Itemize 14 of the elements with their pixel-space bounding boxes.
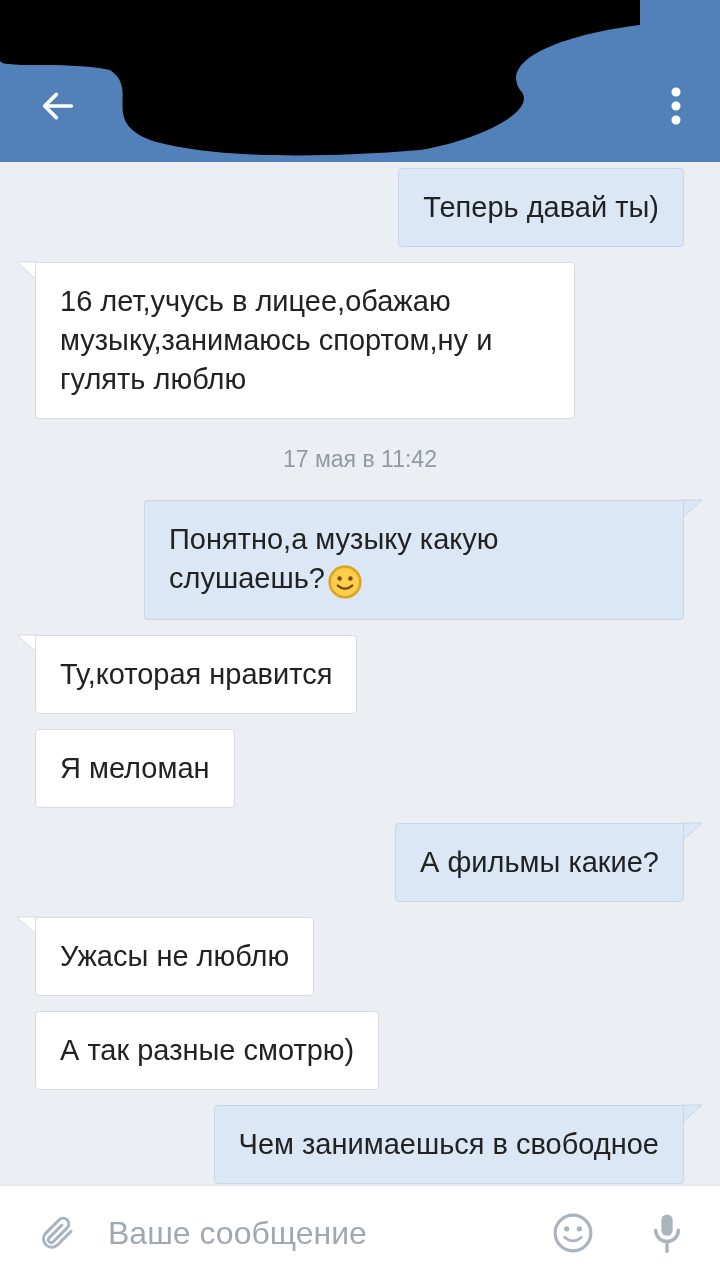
message-input[interactable]: Ваше сообщение bbox=[108, 1209, 520, 1257]
incoming-message: А так разные смотрю) bbox=[35, 1010, 380, 1090]
incoming-message: 16 лет,учусь в лицее,обажаю музыку,занимаюсь спортом,ну и гулять люблю bbox=[35, 262, 575, 419]
incoming-message: Ту,которая нравится bbox=[35, 634, 358, 714]
emoji-button-icon[interactable] bbox=[552, 1212, 594, 1254]
message-composer[interactable]: Ваше сообщение bbox=[0, 1185, 720, 1280]
outgoing-message: Чем занимаешься в свободное bbox=[213, 1104, 684, 1184]
outgoing-message: Понятно,а музыку какую слушаешь? bbox=[144, 499, 684, 620]
outgoing-message: А фильмы какие? bbox=[395, 822, 684, 902]
incoming-message: Я меломан bbox=[35, 728, 235, 808]
incoming-message: Ужасы не люблю bbox=[35, 916, 315, 996]
date-separator: 17 мая в 11:42 bbox=[283, 445, 437, 474]
outgoing-message: Теперь давай ты) bbox=[398, 168, 684, 247]
more-icon[interactable] bbox=[670, 86, 682, 126]
